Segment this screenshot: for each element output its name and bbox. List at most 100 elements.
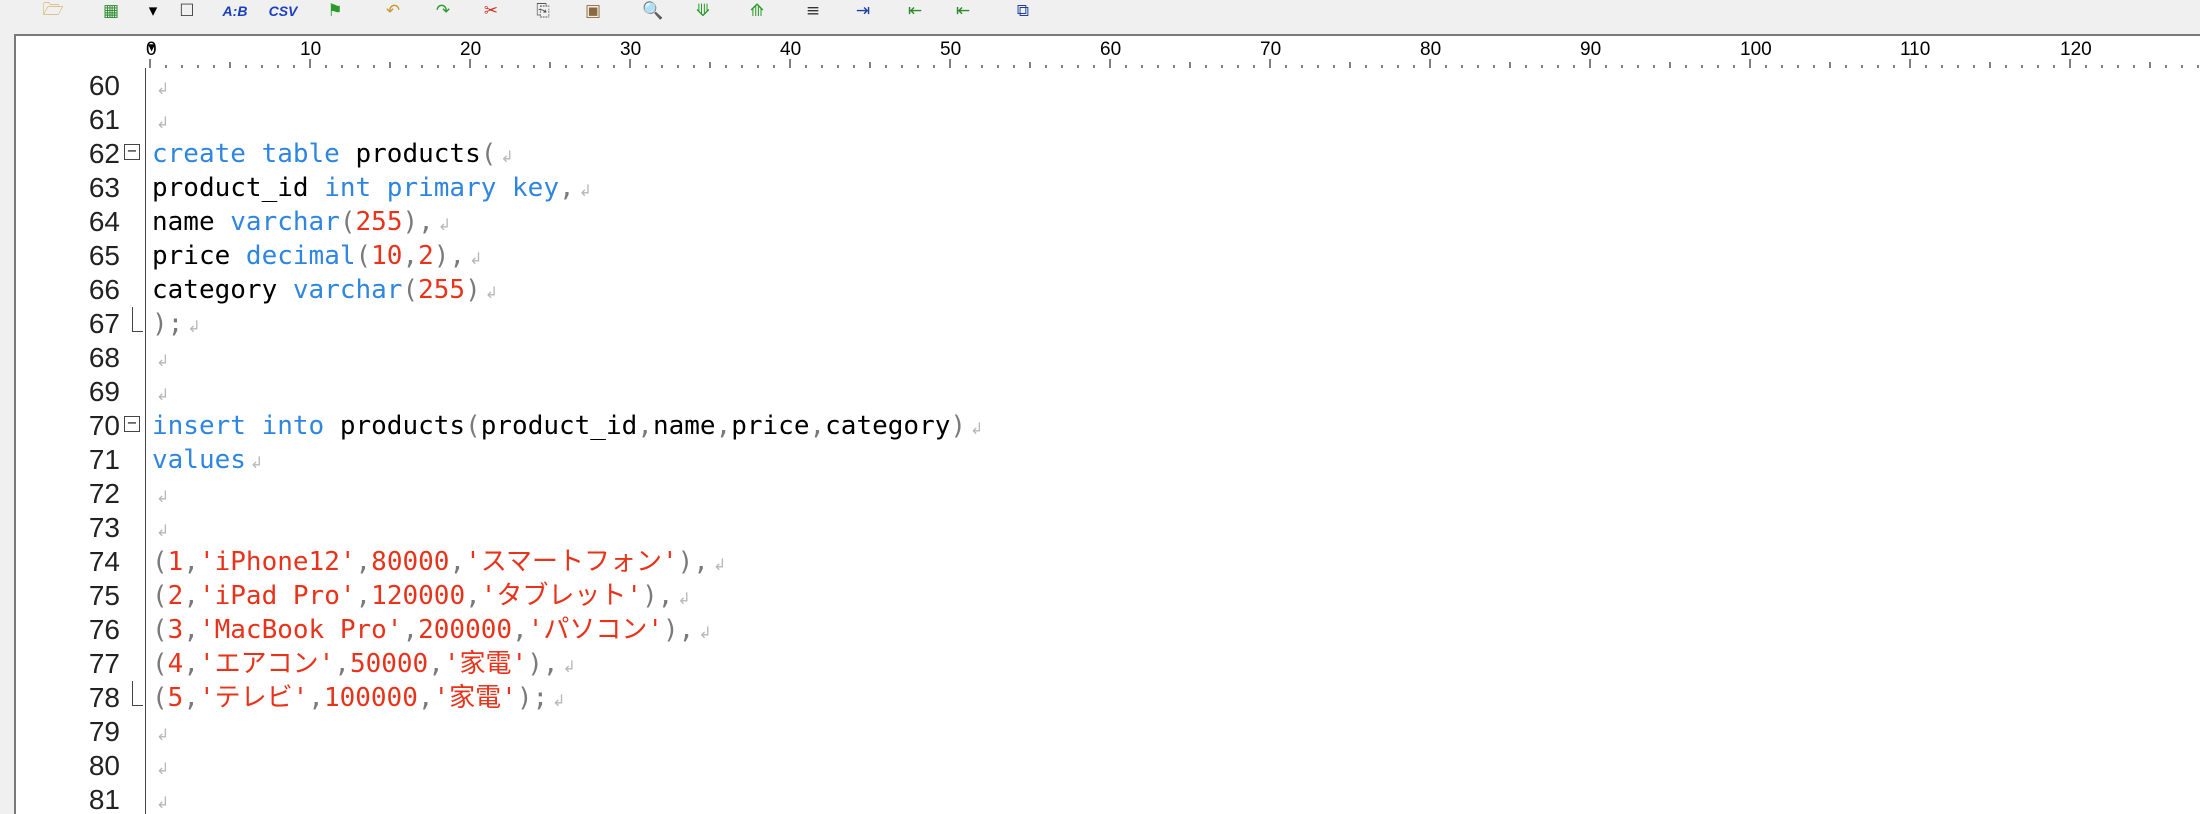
code-line[interactable]: 72 ↲ — [16, 477, 2200, 511]
outdent-icon[interactable]: ⇤ — [950, 0, 976, 22]
blank-document-icon[interactable]: ☐ — [174, 0, 200, 22]
cut-icon[interactable]: ✂ — [478, 0, 504, 22]
code-line[interactable]: 78 (5,'テレビ',100000,'家電'); ↲ — [16, 681, 2200, 715]
outdent-left-icon[interactable]: ⇤ — [902, 0, 928, 22]
eol-mark-icon: ↲ — [712, 555, 727, 574]
find-icon[interactable]: 🔍 — [640, 0, 666, 22]
code-token-number: 2 — [418, 241, 434, 271]
fold-toggle-icon[interactable]: − — [124, 144, 140, 160]
code-line[interactable]: 73 ↲ — [16, 511, 2200, 545]
code-token-string: 'スマートフォン' — [465, 547, 678, 577]
code-text: (1,'iPhone12',80000,'スマートフォン'), ↲ — [152, 545, 726, 582]
text-editor-window: 🗁 ▦ ▾ ☐ A:B CSV ⚑ ↶ ↷ ✂ ⎘ ▣ 🔍 ⟱ ⟰ ≡ ⇥ ⇤ ⇤ ⧉ ▼ 0 10 20 30 40 50 60 7… — [0, 0, 2200, 814]
code-token-punct: ( — [152, 547, 168, 577]
code-token-keyword: varchar — [230, 207, 340, 237]
code-editor[interactable]: 60 ↲ 61 ↲ 62− create table products(↲ 63 produc… — [14, 68, 2200, 814]
code-line[interactable]: 79 ↲ — [16, 715, 2200, 749]
code-line[interactable]: 80 ↲ — [16, 749, 2200, 783]
code-token-number: 2 — [167, 581, 184, 611]
code-token-punct: ( — [152, 581, 168, 611]
paste-icon[interactable]: ▣ — [580, 0, 606, 22]
line-number: 76 — [88, 614, 120, 645]
code-token-punct: ( — [480, 139, 497, 169]
code-token-string: 'テレビ' — [198, 683, 309, 713]
code-line[interactable]: 66 category varchar(255) ↲ — [16, 273, 2200, 307]
code-token-punct: , — [449, 547, 466, 577]
code-line[interactable]: 81 ↲ — [16, 783, 2200, 814]
find-next-icon[interactable]: ⟱ — [690, 0, 716, 22]
code-token-punct: , — [402, 241, 419, 271]
undo-icon[interactable]: ↶ — [380, 0, 406, 22]
line-number: 74 — [88, 546, 120, 577]
code-line[interactable]: 68 ↲ — [16, 341, 2200, 375]
code-token-punct: ( — [152, 649, 168, 679]
ruler-ticks — [149, 59, 2199, 69]
code-line[interactable]: 67); ↲ — [16, 307, 2200, 341]
eol-mark-icon: ↲ — [156, 759, 170, 778]
line-number: 79 — [88, 716, 120, 747]
new-file-dropdown-icon[interactable]: ▦ — [98, 0, 124, 22]
fold-end-marker — [132, 681, 143, 706]
code-line[interactable]: 74 (1,'iPhone12',80000,'スマートフォン'), ↲ — [16, 545, 2200, 579]
eol-mark-icon: ↲ — [677, 589, 691, 608]
dropdown-arrow-icon[interactable]: ▾ — [140, 0, 166, 22]
code-token-punct: ( — [339, 207, 356, 237]
code-line[interactable]: 61 ↲ — [16, 103, 2200, 137]
code-text: ↲ — [152, 69, 169, 106]
window-split-icon[interactable]: ⧉ — [1010, 0, 1036, 22]
fold-toggle-icon[interactable]: − — [124, 416, 140, 432]
code-text: ); ↲ — [152, 307, 201, 344]
code-token-punct: ( — [402, 275, 419, 305]
code-token-default: product_id — [480, 411, 638, 441]
code-line[interactable]: 76 (3,'MacBook Pro',200000,'パソコン'), ↲ — [16, 613, 2200, 647]
eol-mark-icon: ↲ — [249, 453, 264, 472]
code-text: product_id int primary key, ↲ — [152, 171, 592, 208]
code-line[interactable]: 65 price decimal(10,2), ↲ — [16, 239, 2200, 273]
code-line[interactable]: 75 (2,'iPad Pro',120000,'タブレット'), ↲ — [16, 579, 2200, 613]
code-text: ↲ — [152, 511, 169, 548]
code-line[interactable]: 60 ↲ — [16, 69, 2200, 103]
code-token-punct: , — [355, 581, 372, 611]
code-line[interactable]: 69 ↲ — [16, 375, 2200, 409]
code-token-punct: ); — [152, 309, 184, 339]
code-text: category varchar(255) ↲ — [152, 273, 498, 310]
indent-icon[interactable]: ⇥ — [850, 0, 876, 22]
code-token-keyword: varchar — [292, 275, 403, 305]
code-token-punct: ), — [663, 615, 695, 645]
code-line[interactable]: 64 name varchar(255), ↲ — [16, 205, 2200, 239]
line-number: 77 — [88, 648, 120, 679]
code-token-number: 50000 — [349, 649, 429, 679]
code-token-punct: ) — [950, 411, 967, 441]
code-token-punct: ), — [642, 581, 674, 611]
code-token-number: 5 — [167, 683, 184, 713]
fold-end-marker — [132, 307, 143, 332]
code-token-default: price — [731, 411, 810, 441]
code-token-punct: , — [417, 683, 434, 713]
align-icon[interactable]: ≡ — [800, 0, 826, 22]
code-line[interactable]: 70− insert into products(product_id,name,… — [16, 409, 2200, 443]
code-token-punct: , — [183, 649, 199, 679]
search-flag-icon[interactable]: ⚑ — [322, 0, 348, 22]
csv-icon[interactable]: CSV — [269, 0, 298, 22]
eol-mark-icon: ↲ — [500, 147, 514, 166]
redo-icon[interactable]: ↷ — [430, 0, 456, 22]
eol-mark-icon: ↲ — [156, 385, 170, 404]
code-text: (2,'iPad Pro',120000,'タブレット'), ↲ — [152, 579, 691, 616]
open-folder-icon[interactable]: 🗁 — [40, 0, 66, 22]
code-token-punct: , — [465, 581, 481, 611]
code-line[interactable]: 77 (4,'エアコン',50000,'家電'), ↲ — [16, 647, 2200, 681]
line-number: 81 — [88, 784, 120, 814]
code-token-number: 255 — [355, 207, 403, 237]
eol-mark-icon: ↲ — [578, 181, 593, 200]
code-line[interactable]: 71 values ↲ — [16, 443, 2200, 477]
code-line[interactable]: 62− create table products(↲ — [16, 137, 2200, 171]
line-number: 71 — [88, 444, 120, 475]
code-token-punct: , — [402, 615, 419, 645]
ab-compare-icon[interactable]: A:B — [222, 0, 248, 22]
code-token-punct: , — [183, 683, 199, 713]
code-token-number: 3 — [167, 615, 184, 645]
code-line[interactable]: 63 product_id int primary key, ↲ — [16, 171, 2200, 205]
copy-icon[interactable]: ⎘ — [530, 0, 556, 22]
find-prev-icon[interactable]: ⟰ — [744, 0, 770, 22]
line-number: 68 — [88, 342, 120, 373]
